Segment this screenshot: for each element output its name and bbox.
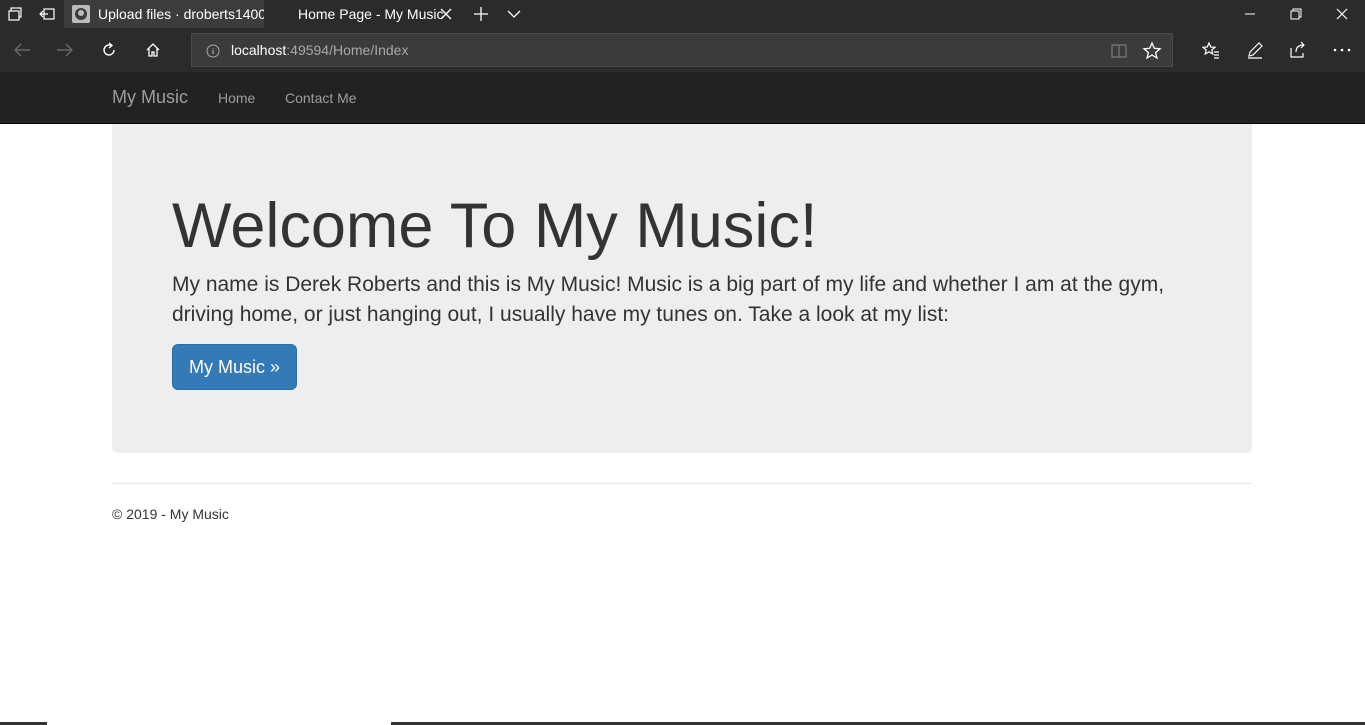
chevron-down-icon[interactable] bbox=[503, 4, 525, 24]
restore-icon bbox=[1290, 8, 1302, 20]
browser-tab-strip: Upload files · droberts1400 Home Page - … bbox=[0, 0, 1365, 28]
set-tabs-aside-icon[interactable] bbox=[32, 0, 62, 28]
minimize-icon bbox=[1245, 13, 1255, 15]
reading-view-icon[interactable] bbox=[1110, 42, 1128, 60]
arrow-right-icon bbox=[57, 43, 73, 57]
refresh-icon bbox=[103, 42, 115, 56]
nav-home[interactable]: Home bbox=[218, 90, 255, 106]
tab-actions-icon[interactable] bbox=[0, 0, 30, 28]
footer-text: © 2019 - My Music bbox=[112, 506, 229, 522]
intro-text: My name is Derek Roberts and this is My … bbox=[172, 273, 1165, 326]
back-button[interactable] bbox=[0, 28, 44, 72]
more-button[interactable] bbox=[1320, 28, 1364, 72]
close-icon bbox=[1336, 8, 1348, 20]
nav-contact-me[interactable]: Contact Me bbox=[285, 90, 357, 106]
pen-icon bbox=[1248, 42, 1263, 59]
forward-button[interactable] bbox=[43, 28, 87, 72]
url-text[interactable]: localhost:49594/Home/Index bbox=[231, 42, 408, 58]
page-heading: Welcome To My Music! bbox=[172, 191, 818, 261]
new-tab-icon[interactable] bbox=[470, 4, 492, 24]
ellipsis-icon bbox=[1333, 48, 1351, 52]
share-icon bbox=[1290, 41, 1305, 58]
home-icon bbox=[146, 43, 160, 57]
refresh-button[interactable] bbox=[87, 28, 131, 72]
arrow-left-icon bbox=[14, 43, 30, 57]
browser-toolbar: localhost:49594/Home/Index bbox=[0, 28, 1365, 72]
url-path: :49594/Home/Index bbox=[286, 42, 409, 58]
favorites-icon bbox=[1202, 41, 1219, 59]
tab-upload-files[interactable]: Upload files · droberts1400 bbox=[64, 0, 264, 28]
close-tab-icon[interactable] bbox=[438, 6, 454, 22]
github-icon bbox=[72, 5, 90, 23]
tab-title: Upload files · droberts1400 bbox=[98, 6, 264, 22]
tab-home-page[interactable]: Home Page - My Music bbox=[265, 0, 464, 28]
minimize-button[interactable] bbox=[1227, 0, 1273, 28]
site-navbar: My Music Home Contact Me bbox=[0, 72, 1365, 124]
home-button[interactable] bbox=[131, 28, 175, 72]
my-music-button[interactable]: My Music » bbox=[172, 344, 297, 390]
star-icon[interactable] bbox=[1142, 41, 1162, 61]
address-bar[interactable]: localhost:49594/Home/Index bbox=[191, 33, 1173, 67]
restore-button[interactable] bbox=[1273, 0, 1319, 28]
info-icon[interactable] bbox=[206, 44, 220, 58]
jumbotron: Welcome To My Music! My name is Derek Ro… bbox=[112, 124, 1252, 453]
favorites-button[interactable] bbox=[1189, 28, 1233, 72]
brand-link[interactable]: My Music bbox=[112, 87, 188, 108]
url-host: localhost bbox=[231, 42, 287, 58]
notes-button[interactable] bbox=[1233, 28, 1277, 72]
tab-title: Home Page - My Music bbox=[298, 6, 444, 22]
close-window-button[interactable] bbox=[1319, 0, 1365, 28]
share-button[interactable] bbox=[1276, 28, 1320, 72]
divider bbox=[112, 483, 1252, 484]
